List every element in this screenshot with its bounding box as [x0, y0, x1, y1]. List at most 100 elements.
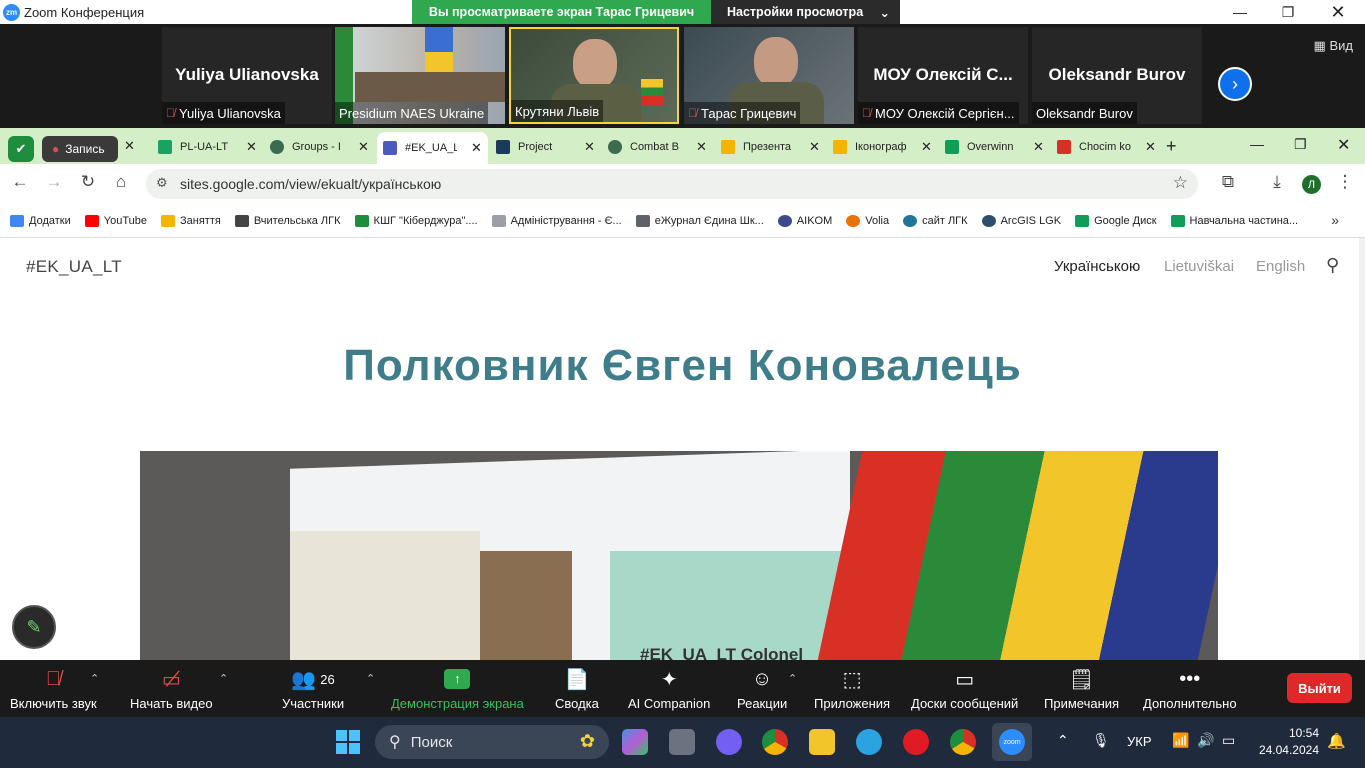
close-icon[interactable]: ✕: [921, 139, 932, 155]
close-icon[interactable]: ✕: [358, 139, 369, 155]
apps-button[interactable]: ⬚ Приложения: [814, 660, 890, 717]
address-bar[interactable]: ⚙ sites.google.com/view/ekualt/українськ…: [146, 169, 1198, 199]
profile-avatar[interactable]: Л: [1302, 175, 1321, 194]
bookmark-item[interactable]: Google Диск: [1075, 214, 1157, 227]
tab[interactable]: Презента ✕: [715, 132, 826, 162]
volume-icon[interactable]: 🔊: [1197, 732, 1214, 749]
ai-companion-button[interactable]: ✦ AI Companion: [628, 660, 710, 717]
close-icon[interactable]: ✕: [584, 139, 595, 155]
back-button[interactable]: ←: [8, 172, 32, 192]
tab[interactable]: Іконограф ✕: [827, 132, 938, 162]
tab[interactable]: Chocim ko ✕: [1051, 132, 1162, 162]
chevron-up-icon[interactable]: ⌃: [1057, 732, 1069, 749]
copilot-icon[interactable]: [622, 729, 648, 755]
system-clock[interactable]: 10:54 24.04.2024: [1259, 725, 1319, 759]
bookmark-star-icon[interactable]: ☆: [1173, 173, 1188, 193]
telegram-icon[interactable]: [856, 729, 882, 755]
tab[interactable]: Groups - I ✕: [264, 132, 375, 162]
notification-bell-icon[interactable]: 🔔: [1327, 732, 1346, 750]
leave-button[interactable]: Выйти: [1287, 673, 1352, 703]
more-bookmarks-icon[interactable]: »: [1331, 212, 1339, 228]
participant-tile[interactable]: Presidium NAES Ukraine: [335, 27, 505, 124]
edit-pencil-button[interactable]: ✎: [12, 605, 56, 649]
bookmark-item[interactable]: AIKOM: [777, 214, 832, 227]
tab[interactable]: PL-UA-LT ✕: [152, 132, 263, 162]
zoom-taskbar-button[interactable]: zoom: [992, 723, 1032, 761]
tab[interactable]: Combat B ✕: [602, 132, 713, 162]
participants-button[interactable]: 👥 26 Участники: [282, 660, 344, 717]
minimize-button[interactable]: —: [1250, 136, 1264, 152]
bookmark-item[interactable]: Додатки: [10, 214, 71, 227]
chevron-up-icon[interactable]: ⌃: [219, 672, 228, 685]
site-title[interactable]: #EK_UA_LT: [26, 257, 122, 277]
close-window-button[interactable]: ✕: [1337, 135, 1350, 155]
participant-tile[interactable]: 🎙̸ Тарас Грицевич: [684, 27, 854, 124]
microphone-icon[interactable]: 🎙: [1092, 732, 1110, 749]
close-icon[interactable]: ✕: [809, 139, 820, 155]
view-button[interactable]: ▦ Вид: [1314, 38, 1353, 54]
participant-tile[interactable]: МОУ Олексій С... 🎙̸ МОУ Олексій Сергієн..…: [858, 27, 1028, 124]
restore-button[interactable]: ❐: [1294, 136, 1307, 153]
close-icon[interactable]: ✕: [246, 139, 257, 155]
more-button[interactable]: ••• Дополнительно: [1143, 660, 1237, 717]
close-icon[interactable]: ✕: [124, 138, 135, 154]
bookmark-item[interactable]: Volia: [846, 214, 889, 227]
minimize-button[interactable]: —: [1216, 0, 1264, 24]
bookmark-item[interactable]: Навчальна частина...: [1170, 214, 1298, 227]
record-indicator[interactable]: ● Запись: [42, 136, 118, 162]
close-icon[interactable]: ✕: [696, 139, 707, 155]
close-icon[interactable]: ✕: [471, 140, 482, 156]
chrome-menu-button[interactable]: ⋮: [1333, 172, 1357, 192]
nav-link-english[interactable]: English: [1256, 258, 1305, 275]
next-page-button[interactable]: ›: [1218, 67, 1252, 101]
chevron-up-icon[interactable]: ⌃: [366, 672, 375, 685]
view-options-button[interactable]: Настройки просмотра ⌄: [711, 0, 900, 24]
chevron-up-icon[interactable]: ⌃: [788, 672, 797, 685]
notes-button[interactable]: 🗒 Примечания: [1044, 660, 1119, 717]
whiteboards-button[interactable]: ▭ Доски сообщений: [911, 660, 1018, 717]
bookmark-item[interactable]: ArcGIS LGK: [981, 214, 1061, 227]
bookmark-item[interactable]: сайт ЛГК: [903, 214, 968, 227]
task-view-icon[interactable]: [669, 729, 695, 755]
new-tab-button[interactable]: +: [1166, 136, 1177, 157]
nav-link-ukrainian[interactable]: Українською: [1054, 258, 1140, 275]
extensions-button[interactable]: ⧉: [1216, 172, 1240, 192]
start-video-button[interactable]: ▭̸ Начать видео: [130, 660, 213, 717]
close-icon[interactable]: ✕: [1145, 139, 1156, 155]
language-indicator[interactable]: УКР: [1127, 734, 1152, 749]
file-explorer-icon[interactable]: [809, 729, 835, 755]
shield-icon[interactable]: ✔: [8, 136, 34, 162]
tab-active[interactable]: #EK_UA_L ✕: [377, 132, 488, 164]
chrome-icon[interactable]: [762, 729, 788, 755]
close-icon[interactable]: ✕: [1033, 139, 1044, 155]
windows-start-icon[interactable]: [336, 730, 360, 754]
viber-icon[interactable]: [716, 729, 742, 755]
unmute-button[interactable]: 🎙̸ Включить звук: [10, 660, 97, 717]
wifi-icon[interactable]: 📶: [1172, 732, 1189, 749]
nav-link-lithuanian[interactable]: Lietuviškai: [1164, 258, 1234, 275]
participant-tile[interactable]: Yuliya Ulianovska 🎙̸ Yuliya Ulianovska: [162, 27, 332, 124]
summary-button[interactable]: 📄 Сводка: [555, 660, 599, 717]
share-screen-button[interactable]: ↑ Демонстрация экрана: [391, 660, 524, 717]
tab[interactable]: Overwinn ✕: [939, 132, 1050, 162]
reload-button[interactable]: ↻: [76, 172, 100, 192]
forward-button[interactable]: →: [42, 172, 66, 192]
downloads-button[interactable]: ⤓: [1265, 172, 1289, 192]
site-info-icon[interactable]: ⚙: [156, 175, 168, 191]
taskbar-search[interactable]: ⚲ Поиск ✿: [375, 725, 609, 759]
bookmark-item[interactable]: Вчительська ЛГК: [234, 214, 341, 227]
search-icon[interactable]: ⚲: [1326, 255, 1339, 276]
chevron-up-icon[interactable]: ⌃: [90, 672, 99, 685]
tab[interactable]: Project ✕: [490, 132, 601, 162]
bookmark-item[interactable]: Адміністрування - Є...: [491, 214, 622, 227]
reactions-button[interactable]: ☺ Реакции: [737, 660, 787, 717]
participant-tile-active-speaker[interactable]: Крутяни Львів: [509, 27, 679, 124]
participant-tile[interactable]: Oleksandr Burov Oleksandr Burov: [1032, 27, 1202, 124]
bookmark-item[interactable]: YouTube: [84, 214, 147, 227]
battery-icon[interactable]: ▭: [1222, 732, 1235, 749]
close-button[interactable]: ✕: [1314, 0, 1362, 24]
bookmark-item[interactable]: Заняття: [160, 214, 221, 227]
bookmark-item[interactable]: eЖурнал Єдина Шк...: [635, 214, 764, 227]
bookmark-item[interactable]: КШГ "Кіберджура"....: [354, 214, 478, 227]
chrome-profile-icon[interactable]: [950, 729, 976, 755]
